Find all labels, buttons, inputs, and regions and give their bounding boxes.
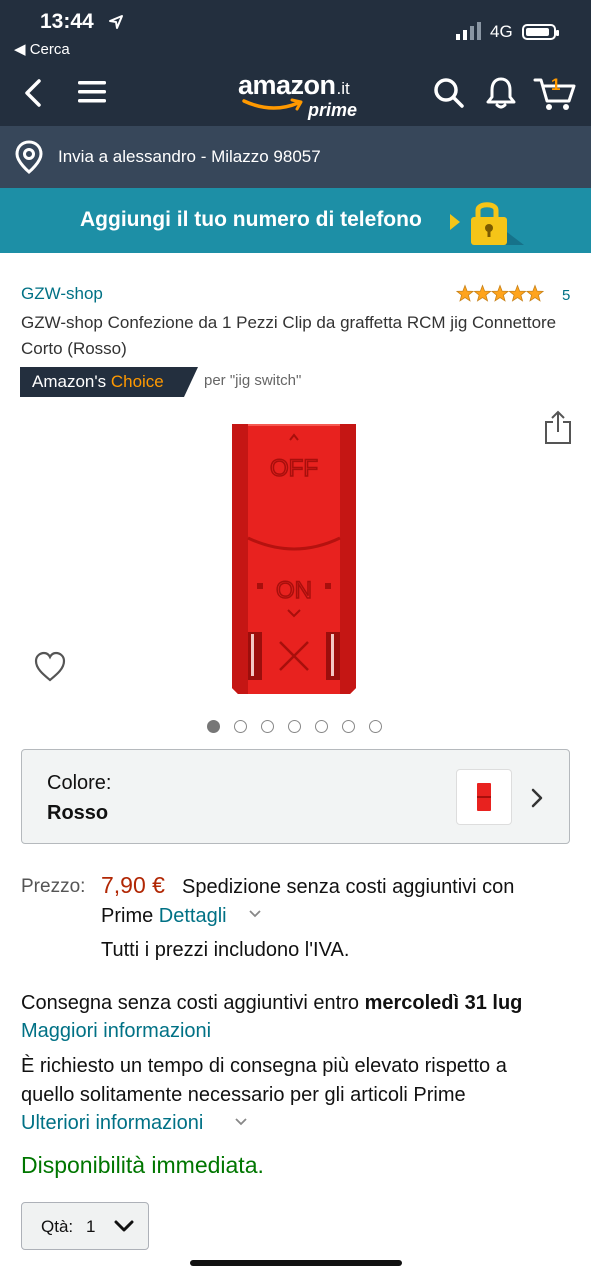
delivery-estimate: Consegna senza costi aggiuntivi entro me… [21,992,522,1015]
heart-icon[interactable] [33,651,67,683]
battery-icon [522,24,559,40]
cart-count: 1 [551,75,561,94]
carousel-dot[interactable] [234,720,247,733]
quantity-label: Qtà: [41,1217,74,1236]
prime-text: Prime [101,905,154,927]
logo-tld: .it [336,79,350,98]
color-selector[interactable]: Colore: Rosso [21,749,570,844]
carousel-dot[interactable] [369,720,382,733]
logo-prime: prime [308,100,358,120]
signal-icon [456,22,481,40]
banner-text: Aggiungi il tuo numero di telefono [80,208,422,231]
carousel-dot[interactable] [342,720,355,733]
vat-note: Tutti i prezzi includono l'IVA. [101,939,350,961]
add-phone-banner[interactable]: Aggiungi il tuo numero di telefono [0,188,591,253]
quantity-value: 1 [86,1217,96,1236]
rating-count[interactable]: 5 [562,287,570,304]
carousel-dot[interactable] [207,720,220,733]
top-nav: amazon.it prime [0,64,591,126]
more-info-link[interactable]: Maggiori informazioni [21,1020,211,1043]
product-image[interactable]: OFF ON [226,420,362,696]
chevron-down-icon [114,1220,134,1232]
padlock-icon [450,202,524,245]
location-pin-icon [15,140,43,174]
home-indicator[interactable] [190,1260,402,1266]
further-info-link[interactable]: Ulteriori informazioni [21,1112,203,1135]
network-type: 4G [490,22,513,41]
delivery-address: Invia a alessandro - Milazzo 98057 [58,147,321,166]
menu-icon[interactable] [78,80,106,104]
shipping-line2: Prime Dettagli [101,905,227,928]
clock: 13:44 [40,10,94,33]
delivery-note-line1: È richiesto un tempo di consegna più ele… [21,1055,507,1077]
status-bar: 13:44 ◀ Cerca 4G [0,0,591,64]
brand-link[interactable]: GZW-shop [21,284,103,304]
chevron-right-icon [531,788,543,808]
color-value: Rosso [47,802,109,824]
star-icon [456,284,475,302]
shipping-text: Spedizione senza costi aggiuntivi con [182,876,515,898]
carousel-dot[interactable] [288,720,301,733]
logo-wordmark: amazon [238,70,336,100]
battery-level [526,28,549,36]
availability-status: Disponibilità immediata. [21,1152,264,1178]
quantity-dropdown[interactable]: Qtà: 1 [21,1202,149,1250]
amazons-choice-badge: Amazon's Choice [20,367,198,397]
share-icon[interactable] [544,410,572,444]
star-icon [508,284,527,302]
search-icon[interactable] [433,77,465,109]
chevron-down-icon[interactable] [249,910,261,918]
color-label: Colore: [47,772,112,794]
delivery-location-bar[interactable]: Invia a alessandro - Milazzo 98057 [0,126,591,188]
color-swatch-image [477,783,491,811]
choice-label-prefix: Amazon's [32,372,107,391]
choice-keyword: per "jig switch" [204,372,302,389]
chevron-down-icon[interactable] [235,1118,247,1126]
choice-label-accent: Choice [110,372,164,391]
delivery-text: Consegna senza costi aggiuntivi entro [21,992,359,1014]
delivery-date: mercoledì 31 lug [364,992,523,1014]
price-label: Prezzo: [21,876,86,897]
star-icon [490,284,510,302]
smile-icon [242,98,303,111]
carousel-dot[interactable] [315,720,328,733]
price: 7,90 € [101,872,165,898]
bell-icon[interactable] [485,76,517,110]
star-icon [473,284,492,302]
details-link[interactable]: Dettagli [159,905,227,927]
delivery-note-line2: quello solitamente necessario per gli ar… [21,1084,466,1106]
off-label: OFF [270,455,318,482]
on-label: ON [276,577,312,604]
star-icon [525,284,545,302]
rating-stars[interactable] [456,284,546,304]
location-arrow-icon [109,15,123,29]
color-thumbnail [456,769,512,825]
back-arrow-icon[interactable] [22,78,44,108]
amazon-prime-logo[interactable]: amazon.it prime [238,70,357,120]
product-title: GZW-shop Confezione da 1 Pezzi Clip da g… [21,313,557,358]
carousel-dot[interactable] [261,720,274,733]
back-to-app-link[interactable]: ◀ Cerca [14,40,70,58]
